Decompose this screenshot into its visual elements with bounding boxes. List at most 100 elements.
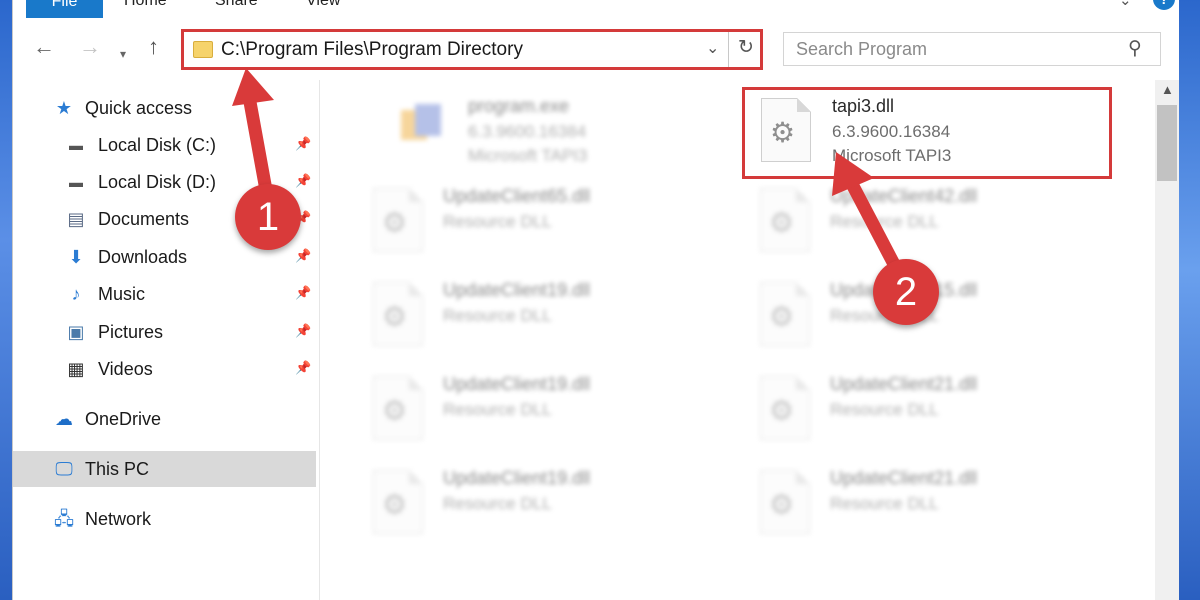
tab-share[interactable]: Share xyxy=(215,0,258,11)
file-description: Resource DLL xyxy=(443,494,552,513)
file-name: UpdateClient42.dll xyxy=(830,186,978,206)
gear-icon: ⚙ xyxy=(382,489,408,520)
scroll-thumb[interactable] xyxy=(1157,105,1177,181)
scroll-up-icon[interactable]: ▲ xyxy=(1161,82,1174,97)
pin-icon[interactable]: 📌 xyxy=(295,323,311,339)
dll-file-icon: ⚙ xyxy=(760,282,810,346)
sidebar-item-label: Local Disk (D:) xyxy=(98,172,217,192)
file-name: program.exe xyxy=(468,96,570,116)
refresh-icon[interactable]: ↻ xyxy=(738,36,754,59)
file-item-updateclient19[interactable]: ⚙ UpdateClient19.dll Resource DLL xyxy=(343,274,703,366)
file-name: UpdateClient19.dll xyxy=(443,280,591,300)
sidebar-item-music[interactable]: ♪ Music 📌 xyxy=(13,276,316,312)
sidebar-item-onedrive[interactable]: ☁ OneDrive xyxy=(13,401,316,437)
pane-divider[interactable] xyxy=(319,80,320,600)
file-item-updateclient21[interactable]: ⚙ UpdateClient21.dll Resource DLL xyxy=(730,462,1090,554)
address-divider xyxy=(728,32,729,67)
file-name: UpdateClient65.dll xyxy=(443,186,591,206)
gear-icon: ⚙ xyxy=(769,301,795,332)
gear-icon: ⚙ xyxy=(382,207,408,238)
file-name: UpdateClient19.dll xyxy=(443,374,591,394)
file-description: Microsoft TAPI3 xyxy=(468,146,588,165)
videos-icon: ▦ xyxy=(67,359,85,379)
sidebar-item-label: Network xyxy=(85,509,152,529)
sidebar-item-label: Documents xyxy=(98,209,190,229)
file-item-updateclient19[interactable]: ⚙ UpdateClient19.dll Resource DLL xyxy=(343,368,703,460)
dll-file-icon: ⚙ xyxy=(760,376,810,440)
tab-view[interactable]: View xyxy=(306,0,340,11)
drive-icon: ▬ xyxy=(69,174,83,190)
file-item-updateclient42[interactable]: ⚙ UpdateClient42.dll Resource DLL xyxy=(730,180,1090,272)
file-explorer-window: File Home Share View ⌄ ? ← → ▾ ↑ C:\Prog… xyxy=(12,0,1179,600)
pin-icon[interactable]: 📌 xyxy=(295,248,311,264)
file-description: Resource DLL xyxy=(443,400,552,419)
pin-icon[interactable]: 📌 xyxy=(295,173,311,189)
folder-icon xyxy=(193,41,213,58)
desktop-wallpaper-left xyxy=(0,0,12,600)
pin-icon[interactable]: 📌 xyxy=(295,360,311,376)
sidebar-item-videos[interactable]: ▦ Videos 📌 xyxy=(13,351,316,387)
expand-ribbon-icon[interactable]: ⌄ xyxy=(1119,0,1132,9)
dll-file-icon: ⚙ xyxy=(373,282,423,346)
search-input[interactable]: Search Program ⚲ xyxy=(783,32,1161,66)
sidebar-item-label: Local Disk (C:) xyxy=(98,135,217,155)
gear-icon: ⚙ xyxy=(382,301,408,332)
file-item-updateclient19[interactable]: ⚙ UpdateClient19.dll Resource DLL xyxy=(343,462,703,554)
dll-file-icon: ⚙ xyxy=(373,376,423,440)
tapi3-highlight-box xyxy=(742,87,1112,179)
file-description: Resource DLL xyxy=(443,212,552,231)
desktop-wallpaper-right xyxy=(1178,0,1200,600)
sidebar-item-label: OneDrive xyxy=(85,409,162,429)
sidebar-item-quick-access[interactable]: ★ Quick access xyxy=(13,90,316,126)
address-path[interactable]: C:\Program Files\Program Directory xyxy=(221,39,523,61)
sidebar-item-local-disk-c[interactable]: ▬ Local Disk (C:) 📌 xyxy=(13,127,316,163)
file-name: UpdateClient21.dll xyxy=(830,468,978,488)
back-button[interactable]: ← xyxy=(33,35,55,59)
sidebar-item-label: Music xyxy=(98,284,146,304)
tab-home[interactable]: Home xyxy=(124,0,167,11)
address-bar[interactable]: C:\Program Files\Program Directory ⌄ ↻ xyxy=(181,29,763,70)
exe-icon xyxy=(401,104,441,144)
star-icon: ★ xyxy=(55,98,73,118)
network-icon: 🖧 xyxy=(53,509,75,529)
file-name: UpdateClient21.dll xyxy=(830,374,978,394)
file-version: 6.3.9600.16384 xyxy=(468,122,587,141)
gear-icon: ⚙ xyxy=(769,207,795,238)
forward-button[interactable]: → xyxy=(79,35,101,59)
step-1-callout: 1 xyxy=(235,184,301,250)
pictures-icon: ▣ xyxy=(67,322,85,342)
gear-icon: ⚙ xyxy=(382,395,408,426)
dll-file-icon: ⚙ xyxy=(760,188,810,252)
up-button[interactable]: ↑ xyxy=(148,35,159,59)
file-item-updateclient65[interactable]: ⚙ UpdateClient65.dll Resource DLL xyxy=(343,180,703,272)
address-dropdown-icon[interactable]: ⌄ xyxy=(706,38,719,58)
navigation-pane: ★ Quick access ▬ Local Disk (C:) 📌 ▬ Loc… xyxy=(13,80,323,600)
search-placeholder: Search Program xyxy=(796,39,928,59)
vertical-scrollbar[interactable]: ▲ xyxy=(1155,80,1179,600)
sidebar-item-pictures[interactable]: ▣ Pictures 📌 xyxy=(13,314,316,350)
sidebar-item-network[interactable]: 🖧 Network xyxy=(13,501,316,537)
pin-icon[interactable]: 📌 xyxy=(295,136,311,152)
dll-file-icon: ⚙ xyxy=(373,188,423,252)
tab-file[interactable]: File xyxy=(26,0,103,18)
gear-icon: ⚙ xyxy=(769,395,795,426)
dll-file-icon: ⚙ xyxy=(760,470,810,534)
file-description: Resource DLL xyxy=(830,212,939,231)
help-icon[interactable]: ? xyxy=(1153,0,1175,10)
music-icon: ♪ xyxy=(71,284,81,304)
file-item-updateclient21[interactable]: ⚙ UpdateClient21.dll Resource DLL xyxy=(730,368,1090,460)
dll-file-icon: ⚙ xyxy=(373,470,423,534)
file-description: Resource DLL xyxy=(830,494,939,513)
sidebar-item-this-pc[interactable]: 🖵 This PC xyxy=(13,451,316,487)
search-icon[interactable]: ⚲ xyxy=(1128,37,1142,60)
file-name: UpdateClient19.dll xyxy=(443,468,591,488)
sidebar-item-label: This PC xyxy=(85,459,150,479)
step-2-callout: 2 xyxy=(873,259,939,325)
sidebar-item-label: Downloads xyxy=(98,247,188,267)
download-icon: ⬇ xyxy=(68,247,84,267)
file-description: Resource DLL xyxy=(443,306,552,325)
recent-locations-chevron-icon[interactable]: ▾ xyxy=(120,42,126,66)
pin-icon[interactable]: 📌 xyxy=(295,285,311,301)
file-item-program-exe[interactable]: program.exe 6.3.9600.16384 Microsoft TAP… xyxy=(353,90,713,182)
gear-icon: ⚙ xyxy=(769,489,795,520)
